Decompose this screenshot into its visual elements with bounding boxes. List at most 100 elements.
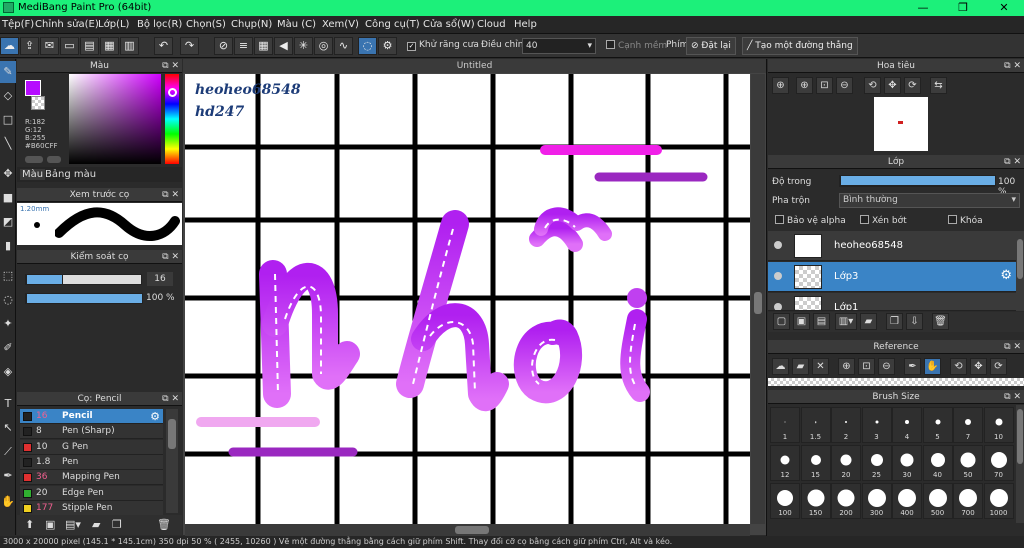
close-window-icon[interactable]: ✕ [984,0,1024,16]
gear-icon[interactable]: ⚙ [150,410,160,423]
layer-row[interactable]: heoheo68548 [768,231,1016,261]
menu-window[interactable]: Cửa sổ(W) [423,19,475,30]
layer-menu-icon[interactable]: ▥▾ [835,313,857,330]
brush-size-preset[interactable]: 40 [922,445,953,481]
brush-size-preset[interactable]: 100 [770,483,800,519]
brush-size-preset[interactable]: 70 [983,445,1014,481]
horizontal-scrollbar[interactable] [185,524,750,536]
brush-size-preset[interactable]: 1000 [983,483,1014,519]
brush-size-preset[interactable]: 10 [983,407,1014,443]
undock-close-icon[interactable]: ⧉ ✕ [1004,340,1021,354]
brush-size-preset[interactable]: 4 [892,407,922,443]
lasso-tool-icon[interactable]: ◌ [0,289,16,311]
hand-tool-icon[interactable]: ✋ [0,491,16,513]
brush-list-item[interactable]: 177 Stipple Pen [20,500,163,516]
parallel-snap-icon[interactable]: ≡ [234,37,253,55]
menu-color[interactable]: Màu (C) [277,19,316,30]
clipping-checkbox[interactable]: Xén bớt [860,215,907,226]
fit-icon[interactable]: ⊡ [858,358,875,375]
select-eraser-tool-icon[interactable]: ◈ [0,361,16,383]
new-brush-icon[interactable]: ▣ [45,518,55,531]
menu-filter[interactable]: Bộ lọc(R) [137,19,182,30]
scrollbar-thumb[interactable] [1017,409,1023,464]
brush-size-preset[interactable]: 5 [922,407,953,443]
fit-icon[interactable]: ⊡ [816,77,833,94]
eye-icon[interactable] [774,272,782,280]
undock-close-icon[interactable]: ⧉ ✕ [162,250,179,264]
eye-icon[interactable] [774,241,782,249]
eyedropper-icon[interactable]: ✒ [904,358,921,375]
close-icon[interactable]: ✕ [812,358,829,375]
trash-icon[interactable]: 🗑 [932,313,949,330]
size-slider[interactable] [25,274,142,285]
secondary-color-swatch[interactable] [31,96,45,110]
brush-list-item[interactable]: 20 Edge Pen [20,485,163,501]
brush-size-preset[interactable]: 500 [922,483,953,519]
opacity-slider[interactable] [25,293,143,304]
radial-snap-icon[interactable]: ✳ [294,37,313,55]
open-folder-icon[interactable]: ▰ [792,358,809,375]
zoom-in-small-icon[interactable]: ⊕ [796,77,813,94]
flip-icon[interactable]: ⇆ [930,77,947,94]
undo-icon[interactable]: ↶ [154,37,173,55]
brush-list-item[interactable]: 36 Mapping Pen [20,470,163,486]
scrollbar-thumb[interactable] [1017,239,1023,279]
brush-size-preset[interactable]: 7 [953,407,983,443]
reference-image-area[interactable] [768,378,1024,386]
layer-row[interactable]: Lớp1 [768,293,1016,311]
menu-file[interactable]: Tệp(F) [2,19,34,30]
brush-list-item[interactable]: 8 Pen (Sharp) [20,424,163,440]
move-tool-icon[interactable]: ✥ [0,163,16,185]
operation-tool-icon[interactable]: ↖ [0,417,16,439]
brush-size-preset[interactable]: 200 [831,483,861,519]
layout-icon[interactable]: ▥ [120,37,139,55]
minimize-icon[interactable]: — [903,0,943,16]
dot-tool-icon[interactable]: □ [0,109,16,131]
tab-color[interactable]: Màu [20,169,46,180]
menu-help[interactable]: Help [514,19,537,30]
brush-list-item[interactable]: 10 G Pen [20,439,163,455]
brush-size-preset[interactable]: 12 [770,445,800,481]
grid-snap-icon[interactable]: ▦ [254,37,273,55]
rotate-left-icon[interactable]: ⟲ [950,358,967,375]
fill-tool-icon[interactable]: ◩ [0,211,16,233]
duplicate-brush-icon[interactable]: ❐ [112,518,122,531]
protect-alpha-checkbox[interactable]: Bảo vệ alpha [775,215,846,226]
correction-select[interactable]: 40 ▾ [522,38,596,54]
vertical-scrollbar[interactable] [751,74,765,524]
undock-close-icon[interactable]: ⧉ ✕ [162,188,179,202]
text-tool-icon[interactable]: T [0,393,16,415]
drawing-canvas[interactable]: heoheo68548 hd247 [185,74,750,524]
rect-tool-icon[interactable]: ■ [0,187,16,209]
cloud-icon[interactable]: ☁ [0,37,19,55]
scrollbar-thumb[interactable] [168,419,176,449]
menu-edit[interactable]: Chỉnh sửa(E) [35,19,99,30]
new-8bit-layer-icon[interactable]: ▣ [793,313,810,330]
straight-line-button[interactable]: ╱ Tạo một đường thẳng [742,37,858,55]
edge-checkbox[interactable]: Cạnh mềm [606,40,667,51]
swap-icon[interactable] [25,156,43,163]
divide-tool-icon[interactable]: ⟋ [0,441,16,463]
brush-size-scrollbar[interactable] [1016,405,1024,523]
menu-layer[interactable]: Lớp(L) [98,19,129,30]
brush-menu-icon[interactable]: ▤▾ [65,518,81,531]
hue-picker[interactable] [168,88,177,97]
merge-layer-icon[interactable]: ⇩ [906,313,923,330]
antialias-checkbox[interactable]: ✓ Khử răng cưa [407,40,479,51]
grid-page-icon[interactable]: ▦ [100,37,119,55]
brush-size-preset[interactable]: 400 [892,483,922,519]
speech-icon[interactable]: ▭ [60,37,79,55]
hand-icon[interactable]: ✋ [924,358,941,375]
select-tool-icon[interactable]: ⬚ [0,265,16,287]
perspective-snap-icon[interactable]: ◀ [274,37,293,55]
menu-select[interactable]: Chọn(S) [186,19,226,30]
eraser-tool-icon[interactable]: ◇ [0,85,16,107]
menu-view[interactable]: Xem(V) [322,19,359,30]
brush-size-preset[interactable]: 25 [861,445,892,481]
menu-tools[interactable]: Công cụ(T) [365,19,420,30]
undock-close-icon[interactable]: ⧉ ✕ [1004,155,1021,169]
ellipse-snap-icon[interactable]: ◌ [358,37,377,55]
gradient-tool-icon[interactable]: ▮ [0,235,16,257]
menu-cloud[interactable]: Cloud [477,19,506,30]
new-layer-icon[interactable]: ▢ [773,313,790,330]
